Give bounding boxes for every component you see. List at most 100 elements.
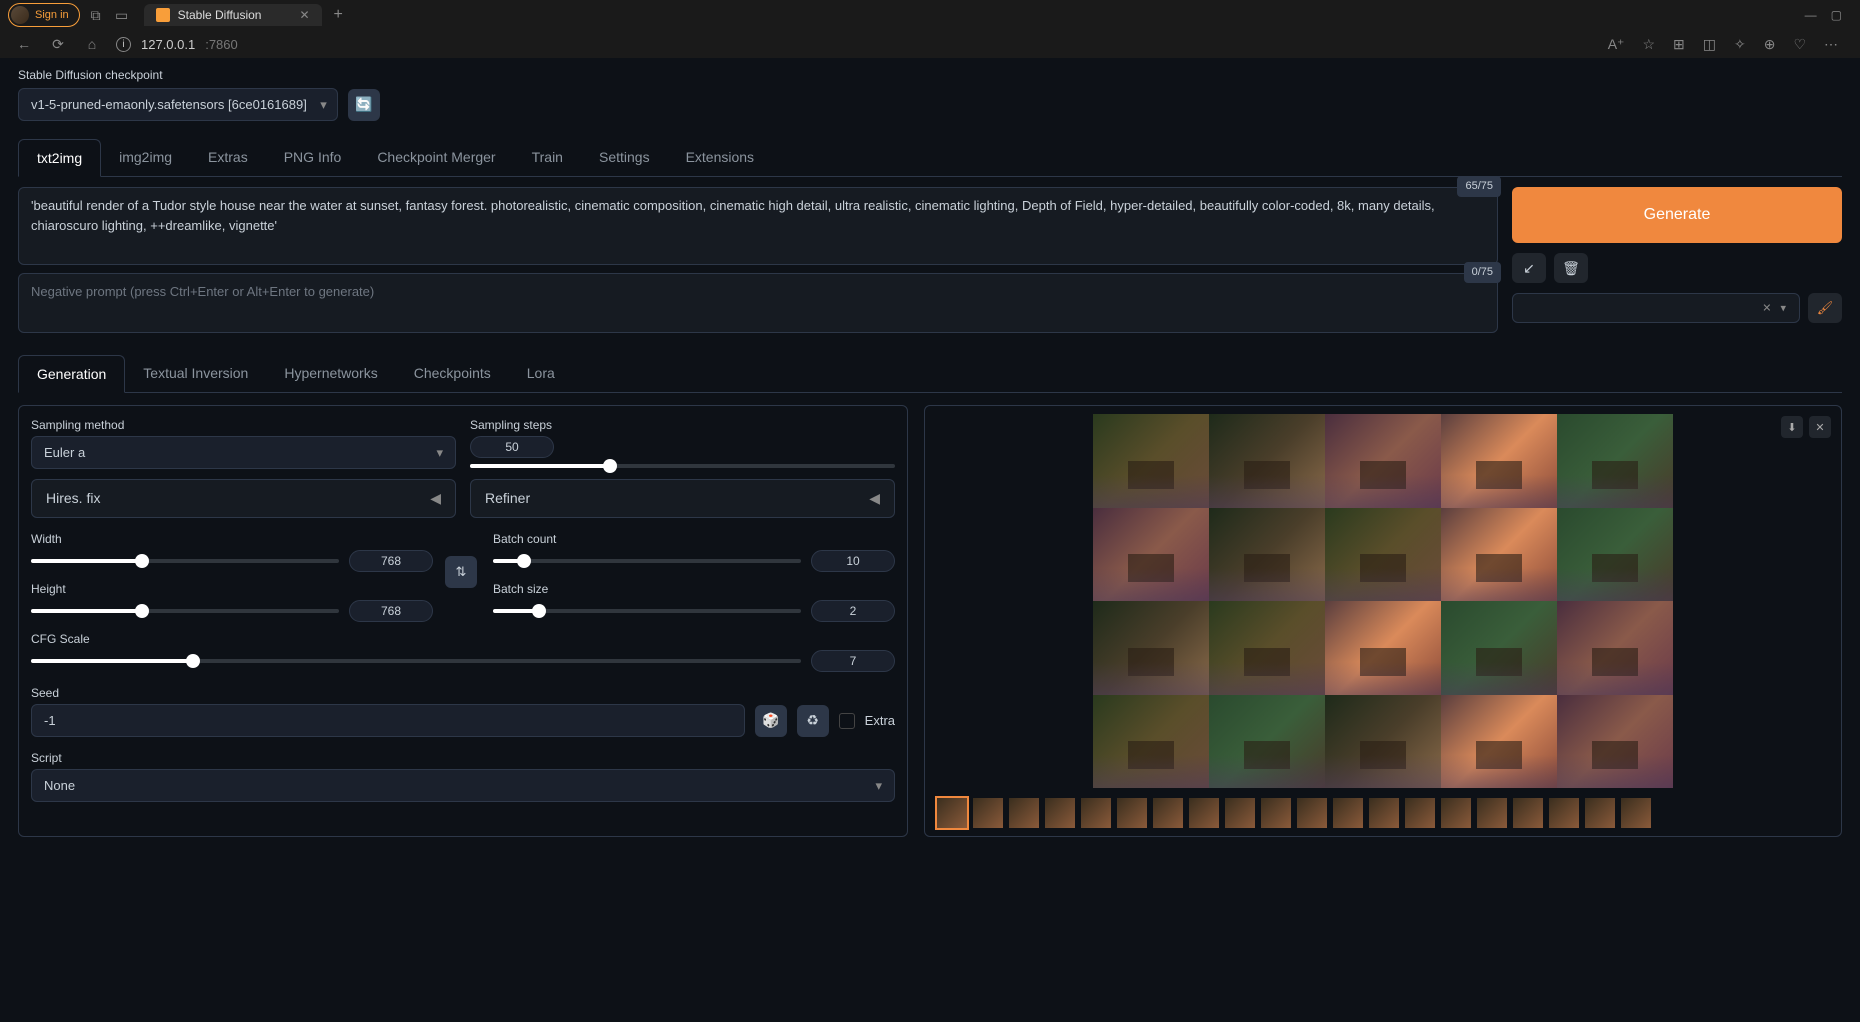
signin-button[interactable]: Sign in — [8, 3, 80, 27]
thumbnail[interactable] — [1045, 798, 1075, 828]
width-input[interactable]: 768 — [349, 550, 433, 572]
more-icon[interactable]: ⋯ — [1824, 36, 1838, 53]
close-gallery-button[interactable]: ✕ — [1809, 416, 1831, 438]
gallery-image[interactable] — [1557, 414, 1673, 508]
maximize-icon[interactable]: ▢ — [1831, 8, 1842, 22]
thumbnail[interactable] — [1009, 798, 1039, 828]
thumbnail[interactable] — [1117, 798, 1147, 828]
subtab-textual-inversion[interactable]: Textual Inversion — [125, 355, 266, 392]
gallery-image[interactable] — [1557, 508, 1673, 602]
extensions-icon[interactable]: ⊞ — [1673, 36, 1685, 53]
gallery-image[interactable] — [1209, 601, 1325, 695]
interrogate-button[interactable]: ↙ — [1512, 253, 1546, 283]
gallery-image[interactable] — [1093, 601, 1209, 695]
gallery-image[interactable] — [1209, 695, 1325, 789]
gallery-image[interactable] — [1093, 414, 1209, 508]
styles-dropdown[interactable] — [1512, 293, 1800, 323]
new-tab-button[interactable]: + — [334, 6, 343, 24]
tab-pnginfo[interactable]: PNG Info — [266, 139, 360, 176]
workspaces-icon[interactable]: ⧉ — [86, 7, 106, 24]
thumbnail[interactable] — [1621, 798, 1651, 828]
close-tab-icon[interactable]: ✕ — [299, 8, 309, 22]
gallery-image[interactable] — [1093, 508, 1209, 602]
gallery-image[interactable] — [1557, 695, 1673, 789]
thumbnail[interactable] — [1477, 798, 1507, 828]
favorite-icon[interactable]: ☆ — [1642, 36, 1655, 53]
gallery-image[interactable] — [1325, 695, 1441, 789]
batch-count-input[interactable]: 10 — [811, 550, 895, 572]
performance-icon[interactable]: ♡ — [1793, 36, 1806, 53]
thumbnail[interactable] — [1513, 798, 1543, 828]
split-icon[interactable]: ◫ — [1703, 36, 1716, 53]
browser-tab[interactable]: Stable Diffusion ✕ — [144, 4, 322, 26]
tab-extras[interactable]: Extras — [190, 139, 266, 176]
thumbnail[interactable] — [1261, 798, 1291, 828]
tab-actions-icon[interactable]: ▭ — [112, 7, 132, 24]
subtab-generation[interactable]: Generation — [18, 355, 125, 393]
tab-img2img[interactable]: img2img — [101, 139, 190, 176]
batch-count-slider[interactable] — [493, 559, 801, 563]
checkpoint-dropdown[interactable]: v1-5-pruned-emaonly.safetensors [6ce0161… — [18, 88, 338, 121]
downloads-icon[interactable]: ⊕ — [1764, 36, 1776, 53]
tab-txt2img[interactable]: txt2img — [18, 139, 101, 177]
back-icon[interactable]: ← — [14, 36, 34, 52]
download-button[interactable]: ⬇ — [1781, 416, 1803, 438]
tab-train[interactable]: Train — [514, 139, 581, 176]
clear-prompt-button[interactable]: 🗑 — [1554, 253, 1588, 283]
gallery-image[interactable] — [1557, 601, 1673, 695]
subtab-lora[interactable]: Lora — [509, 355, 573, 392]
tab-checkpoint-merger[interactable]: Checkpoint Merger — [359, 139, 513, 176]
subtab-hypernetworks[interactable]: Hypernetworks — [266, 355, 395, 392]
refresh-icon[interactable]: ⟳ — [48, 36, 68, 53]
home-icon[interactable]: ⌂ — [82, 36, 102, 52]
swap-dimensions-button[interactable]: ⇅ — [445, 556, 477, 588]
positive-prompt-input[interactable]: 'beautiful render of a Tudor style house… — [18, 187, 1498, 265]
hires-fix-toggle[interactable]: Hires. fix ◀ — [31, 479, 456, 518]
gallery-image[interactable] — [1441, 601, 1557, 695]
url-input[interactable]: i 127.0.0.1:7860 — [116, 37, 238, 52]
thumbnail[interactable] — [1081, 798, 1111, 828]
random-seed-button[interactable]: 🎲 — [755, 705, 787, 737]
height-input[interactable]: 768 — [349, 600, 433, 622]
refresh-checkpoint-button[interactable]: 🔄 — [348, 89, 380, 121]
extra-checkbox[interactable] — [839, 713, 855, 729]
seed-input[interactable]: -1 — [31, 704, 745, 737]
thumbnail[interactable] — [1189, 798, 1219, 828]
read-aloud-icon[interactable]: A⁺ — [1608, 36, 1625, 53]
gallery-image[interactable] — [1093, 695, 1209, 789]
gallery-image[interactable] — [1209, 508, 1325, 602]
thumbnail[interactable] — [1369, 798, 1399, 828]
script-dropdown[interactable]: None — [31, 769, 895, 802]
gallery-image[interactable] — [1441, 695, 1557, 789]
gallery-image[interactable] — [1441, 414, 1557, 508]
height-slider[interactable] — [31, 609, 339, 613]
refiner-toggle[interactable]: Refiner ◀ — [470, 479, 895, 518]
gallery-image[interactable] — [1441, 508, 1557, 602]
thumbnail[interactable] — [937, 798, 967, 828]
gallery-image[interactable] — [1325, 601, 1441, 695]
thumbnail[interactable] — [1333, 798, 1363, 828]
thumbnail[interactable] — [973, 798, 1003, 828]
reuse-seed-button[interactable]: ♻ — [797, 705, 829, 737]
sampling-method-dropdown[interactable]: Euler a — [31, 436, 456, 469]
subtab-checkpoints[interactable]: Checkpoints — [396, 355, 509, 392]
thumbnail[interactable] — [1225, 798, 1255, 828]
thumbnail[interactable] — [1153, 798, 1183, 828]
batch-size-input[interactable]: 2 — [811, 600, 895, 622]
thumbnail[interactable] — [1297, 798, 1327, 828]
generate-button[interactable]: Generate — [1512, 187, 1842, 243]
gallery-image[interactable] — [1325, 508, 1441, 602]
sampling-steps-slider[interactable] — [470, 464, 895, 468]
minimize-icon[interactable]: — — [1805, 8, 1817, 22]
gallery-image[interactable] — [1209, 414, 1325, 508]
thumbnail[interactable] — [1549, 798, 1579, 828]
thumbnail[interactable] — [1405, 798, 1435, 828]
width-slider[interactable] — [31, 559, 339, 563]
apply-style-button[interactable]: 🖌 — [1808, 293, 1842, 323]
sampling-steps-input[interactable]: 50 — [470, 436, 554, 458]
cfg-input[interactable]: 7 — [811, 650, 895, 672]
thumbnail[interactable] — [1585, 798, 1615, 828]
site-info-icon[interactable]: i — [116, 37, 131, 52]
collections-icon[interactable]: ✧ — [1734, 36, 1746, 53]
thumbnail[interactable] — [1441, 798, 1471, 828]
